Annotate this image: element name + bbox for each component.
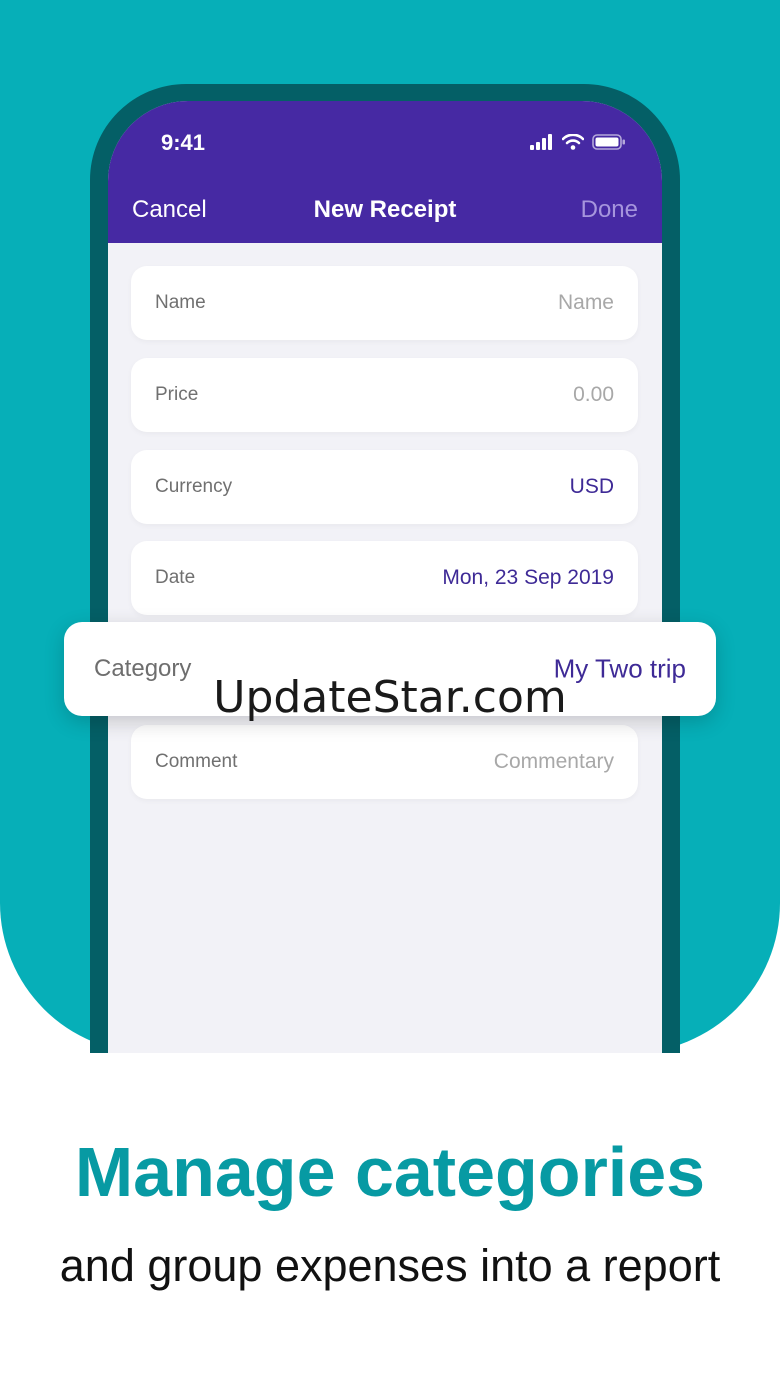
- name-field[interactable]: Name Name: [131, 266, 638, 340]
- phone-screen: 9:41 Cancel New Receipt Done Name Name P…: [108, 101, 662, 1053]
- currency-label: Currency: [155, 476, 233, 497]
- date-value[interactable]: Mon, 23 Sep 2019: [442, 566, 614, 590]
- done-button[interactable]: Done: [581, 196, 638, 224]
- price-label: Price: [155, 384, 199, 405]
- date-label: Date: [155, 567, 196, 588]
- page-title: New Receipt: [313, 196, 457, 223]
- name-label: Name: [155, 292, 206, 313]
- app-header: 9:41 Cancel New Receipt Done: [108, 101, 662, 243]
- comment-field[interactable]: Comment Commentary: [131, 725, 638, 799]
- status-time: 9:41: [161, 130, 206, 155]
- price-field[interactable]: Price 0.00: [131, 358, 638, 432]
- wifi-icon: [562, 134, 584, 150]
- currency-field[interactable]: Currency USD: [131, 450, 638, 524]
- comment-input[interactable]: Commentary: [494, 750, 614, 774]
- signal-icon: [530, 134, 552, 150]
- battery-icon: [592, 134, 625, 150]
- status-icons: [530, 134, 626, 150]
- promo-headline: Manage categories: [74, 1133, 706, 1211]
- promo-subline: and group expenses into a report: [59, 1240, 721, 1291]
- watermark: UpdateStar.com: [213, 672, 567, 723]
- date-field[interactable]: Date Mon, 23 Sep 2019: [131, 541, 638, 615]
- name-input[interactable]: Name: [558, 291, 614, 315]
- comment-label: Comment: [155, 751, 238, 772]
- currency-value[interactable]: USD: [570, 475, 614, 499]
- price-input[interactable]: 0.00: [573, 383, 614, 407]
